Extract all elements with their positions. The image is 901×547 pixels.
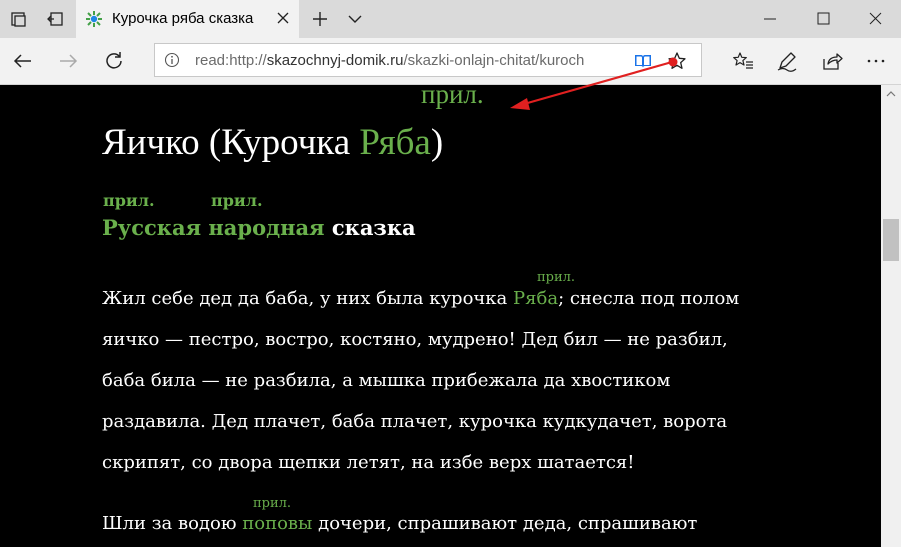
more-icon[interactable] — [864, 49, 888, 73]
close-tab-icon[interactable] — [275, 10, 291, 26]
scroll-up-icon[interactable] — [885, 89, 897, 99]
title-text-start: Яичко (Курочка — [102, 122, 360, 163]
favorite-star-icon[interactable] — [667, 51, 687, 71]
url-path: /skazki-onlajn-chitat/kuroch — [403, 52, 585, 69]
paragraph-1-line-4: раздавила. Дед плачет, баба плачет, куро… — [102, 411, 728, 432]
back-icon[interactable] — [11, 49, 35, 73]
site-favicon-icon — [86, 11, 102, 27]
refresh-icon[interactable] — [102, 49, 126, 73]
subtitle-word-1: Русская — [102, 215, 202, 240]
title-highlight-word: Ряба — [359, 122, 431, 163]
close-window-icon[interactable] — [852, 0, 898, 38]
tab-bar: Курочка ряба сказка — [0, 0, 901, 38]
title-text-end: ) — [430, 122, 444, 163]
reading-view-icon[interactable] — [633, 51, 653, 71]
maximize-icon[interactable] — [800, 0, 846, 38]
info-icon[interactable] — [164, 52, 180, 68]
address-bar[interactable]: read:http://skazochnyj-domik.ru/skazki-o… — [154, 43, 702, 77]
subtitle-annotation-pril-1: прил. — [103, 191, 155, 210]
tab-list-icon[interactable] — [9, 9, 29, 29]
title-annotation-pril: прил. — [421, 79, 484, 109]
para2-line1-end: дочери, спрашивают деда, спрашивают — [312, 513, 698, 534]
minimize-icon[interactable] — [747, 0, 793, 38]
para2-annotation-pril: прил. — [253, 496, 292, 511]
para1-highlight-word: Ряба — [513, 288, 559, 309]
pen-icon[interactable] — [775, 49, 799, 73]
new-tab-icon[interactable] — [310, 9, 330, 29]
set-tabs-aside-icon[interactable] — [46, 9, 66, 29]
para1-annotation-pril: прил. — [537, 270, 576, 285]
paragraph-2-line-1: Шли за водою поповы дочери, спрашивают д… — [102, 513, 697, 534]
vertical-scrollbar[interactable] — [881, 85, 901, 547]
chevron-down-icon[interactable] — [345, 9, 365, 29]
page-subtitle: Русская народная сказка — [102, 215, 416, 240]
paragraph-1-line-2: яичко — пестро, востро, костяно, мудрено… — [102, 329, 728, 350]
paragraph-1-line-1: Жил себе дед да баба, у них была курочка… — [102, 288, 739, 309]
subtitle-word-3: сказка — [331, 215, 416, 240]
page-title: Яичко (Курочка Ряба) — [102, 121, 443, 164]
para2-highlight-word: поповы — [242, 513, 313, 534]
scrollbar-thumb[interactable] — [883, 219, 899, 261]
active-tab[interactable]: Курочка ряба сказка — [76, 0, 299, 38]
address-url[interactable]: read:http://skazochnyj-domik.ru/skazki-o… — [195, 52, 623, 69]
tab-title: Курочка ряба сказка — [112, 10, 254, 27]
para1-line1-start: Жил себе дед да баба, у них была курочка — [102, 288, 514, 309]
url-host: skazochnyj-domik.ru — [266, 52, 404, 69]
favorites-icon[interactable] — [731, 49, 755, 73]
paragraph-1-line-5: скрипят, со двора щепки летят, на избе в… — [102, 452, 635, 473]
para2-line1-start: Шли за водою — [102, 513, 243, 534]
forward-icon[interactable] — [56, 49, 80, 73]
subtitle-annotation-pril-2: прил. — [211, 191, 263, 210]
share-icon[interactable] — [820, 49, 844, 73]
url-prefix: read:http:// — [195, 52, 267, 69]
paragraph-1-line-3: баба била — не разбила, а мышка прибежал… — [102, 370, 671, 391]
navigation-bar: read:http://skazochnyj-domik.ru/skazki-o… — [0, 38, 901, 85]
para1-line1-end: ; снесла под полом — [558, 288, 740, 309]
subtitle-word-2: народная — [208, 215, 325, 240]
reading-view-content: прил. Яичко (Курочка Ряба) прил. прил. Р… — [0, 79, 881, 547]
